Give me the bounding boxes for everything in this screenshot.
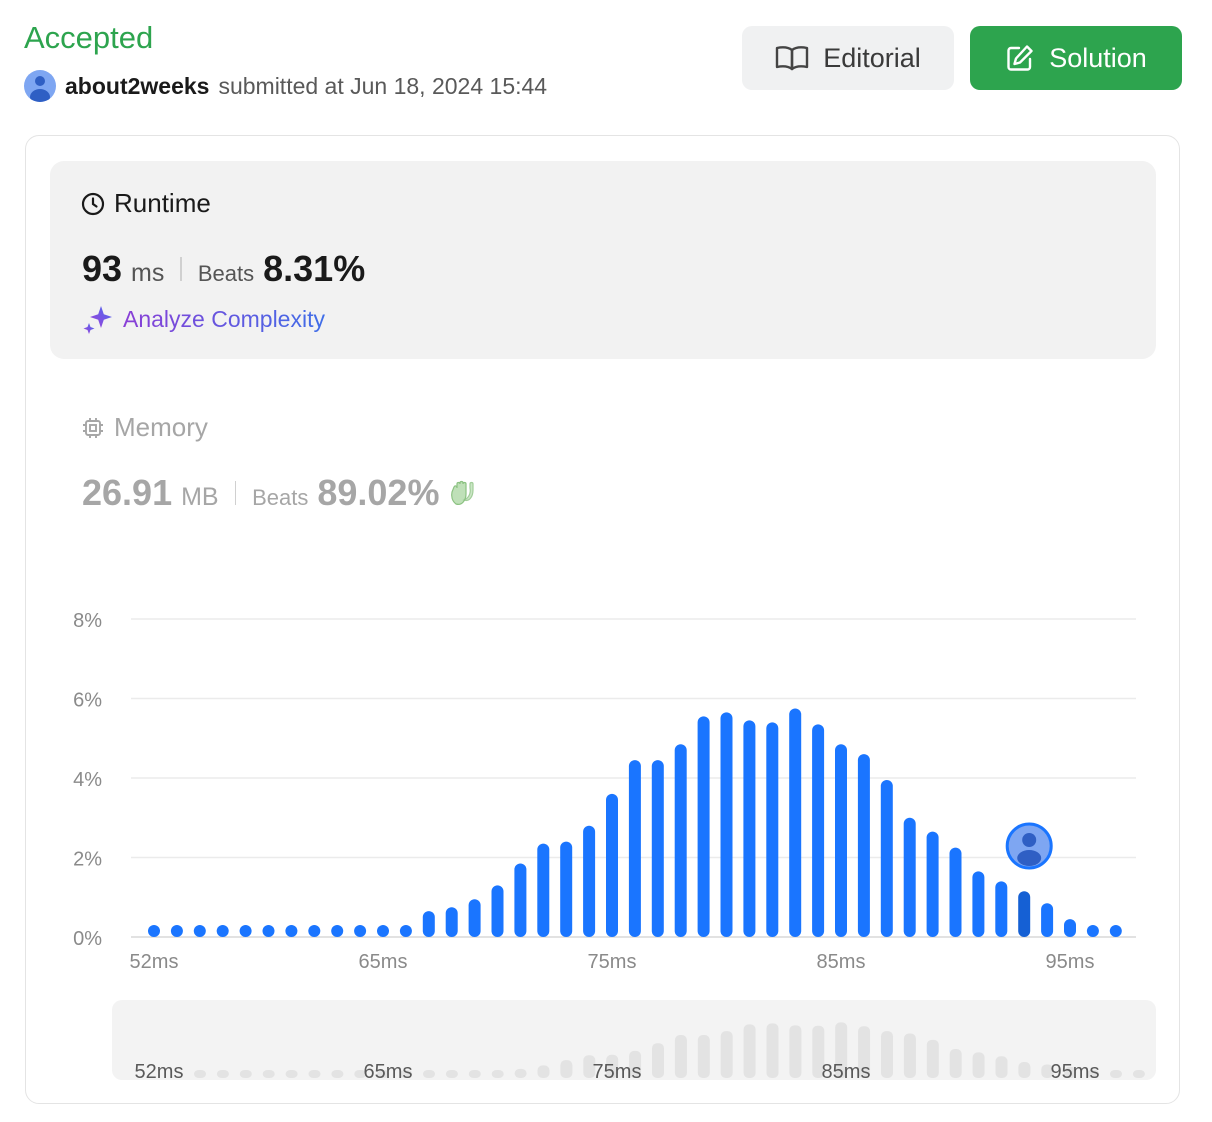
overview-x-tick-label: 95ms — [1051, 1061, 1100, 1083]
overview-bar — [697, 1034, 710, 1078]
overview-x-tick-label: 85ms — [822, 1061, 871, 1083]
overview-bar — [468, 1070, 481, 1078]
runtime-range-overview[interactable]: 52ms 65ms 75ms 85ms 95ms — [0, 0, 1212, 1122]
overview-bar — [995, 1056, 1008, 1078]
overview-bar — [652, 1043, 664, 1078]
overview-bar — [537, 1065, 550, 1078]
overview-bar — [423, 1070, 435, 1078]
overview-bar — [881, 1031, 893, 1078]
overview-x-tick-label: 65ms — [364, 1061, 413, 1083]
overview-bar — [308, 1070, 321, 1078]
overview-bar — [331, 1070, 344, 1078]
overview-bar — [766, 1023, 779, 1078]
overview-bar — [949, 1049, 962, 1078]
overview-x-tick-label: 75ms — [593, 1061, 642, 1083]
overview-x-tick-label: 52ms — [135, 1061, 184, 1083]
overview-bar — [239, 1070, 252, 1078]
overview-bar — [972, 1052, 985, 1078]
overview-bar — [743, 1024, 756, 1078]
overview-bar — [1110, 1070, 1122, 1078]
overview-bar — [285, 1070, 298, 1078]
overview-bar — [445, 1070, 458, 1078]
overview-bar — [903, 1033, 916, 1078]
overview-bar — [1132, 1070, 1145, 1078]
overview-bar — [216, 1070, 229, 1078]
overview-bar — [560, 1060, 573, 1078]
overview-bar — [1018, 1062, 1031, 1078]
overview-bar — [491, 1070, 504, 1078]
overview-bar — [194, 1070, 206, 1078]
overview-bar — [789, 1025, 802, 1078]
overview-bar — [674, 1034, 687, 1078]
overview-bar — [720, 1031, 733, 1078]
overview-bar — [926, 1039, 939, 1078]
overview-bar — [262, 1070, 275, 1078]
overview-bar — [514, 1068, 527, 1078]
